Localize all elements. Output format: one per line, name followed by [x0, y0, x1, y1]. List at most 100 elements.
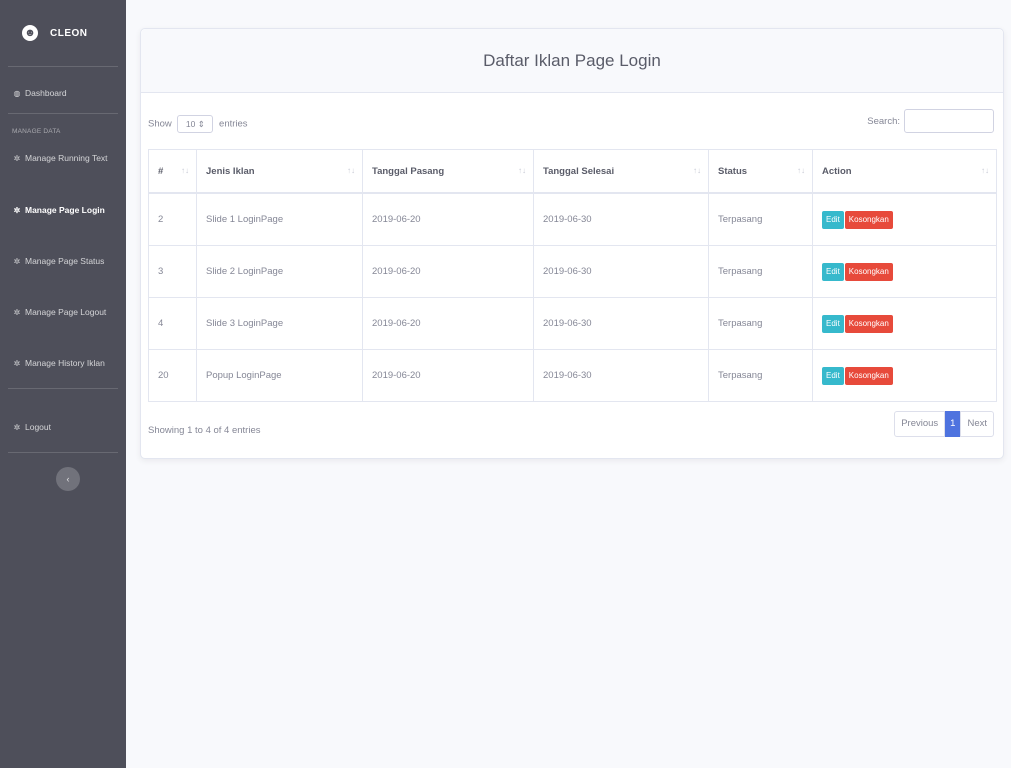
column-header-action[interactable]: Action ↑↓: [812, 149, 997, 194]
kosongkan-button[interactable]: Kosongkan: [844, 262, 893, 281]
dashboard-icon: ◍: [13, 88, 21, 98]
sort-icon: ↑↓: [797, 165, 805, 175]
sidebar-item-label: Manage History Iklan: [25, 358, 105, 368]
cell-jenis-iklan: Popup LoginPage: [196, 349, 363, 402]
gear-icon: ✲: [13, 153, 21, 163]
cell-tanggal-selesai: 2019-06-30: [533, 192, 709, 246]
edit-button[interactable]: Edit: [822, 366, 844, 385]
sort-icon: ↑↓: [981, 165, 989, 175]
page-title: Daftar Iklan Page Login: [483, 51, 661, 70]
cell-status: Terpasang: [708, 297, 813, 350]
entries-select[interactable]: 10 ⇕: [177, 115, 214, 133]
sort-icon: ↑↓: [181, 165, 189, 175]
column-header-tanggal-pasang[interactable]: Tanggal Pasang ↑↓: [362, 149, 534, 194]
select-arrows-icon: ⇕: [197, 119, 205, 129]
page-button-1[interactable]: 1: [945, 411, 961, 437]
cell-jenis-iklan: Slide 3 LoginPage: [196, 297, 363, 350]
edit-button[interactable]: Edit: [822, 262, 844, 281]
sidebar-item-manage-page-logout[interactable]: ✲ Manage Page Logout: [0, 302, 126, 322]
cell-status: Terpasang: [708, 245, 813, 298]
brand-name: CLEON: [50, 27, 88, 39]
edit-button[interactable]: Edit: [822, 314, 844, 333]
table-row: 2 Slide 1 LoginPage 2019-06-20 2019-06-3…: [148, 192, 997, 246]
table-info: Showing 1 to 4 of 4 entries: [148, 425, 261, 436]
column-header-jenis-iklan[interactable]: Jenis Iklan ↑↓: [196, 149, 363, 194]
cell-status: Terpasang: [708, 192, 813, 246]
cell-action: Edit Kosongkan: [812, 192, 997, 246]
kosongkan-button[interactable]: Kosongkan: [844, 366, 893, 385]
search: Search:: [867, 109, 994, 133]
sidebar-divider: [8, 66, 118, 67]
sidebar-item-label: Manage Page Login: [25, 205, 105, 215]
cell-tanggal-pasang: 2019-06-20: [362, 245, 534, 298]
cell-no: 4: [148, 297, 197, 350]
sidebar-item-label: Logout: [25, 422, 51, 432]
sidebar-toggle-button[interactable]: ‹: [56, 467, 80, 491]
gear-icon: ✲: [13, 256, 21, 266]
sidebar: ☻ CLEON ◍ Dashboard MANAGE DATA ✲ Manage…: [0, 0, 126, 768]
cell-action: Edit Kosongkan: [812, 245, 997, 298]
show-label: Show: [148, 118, 172, 130]
show-entries: Show 10 ⇕ entries: [148, 115, 248, 133]
search-input[interactable]: [904, 109, 994, 133]
sidebar-item-label: Dashboard: [25, 88, 67, 98]
cell-no: 2: [148, 192, 197, 246]
sort-icon: ↑↓: [693, 165, 701, 175]
table-controls: Show 10 ⇕ entries Search:: [148, 109, 994, 135]
chevron-left-icon: ‹: [66, 474, 70, 484]
sort-icon: ↑↓: [518, 165, 526, 175]
sidebar-item-manage-page-login[interactable]: ✲ Manage Page Login: [0, 200, 126, 220]
table-row: 3 Slide 2 LoginPage 2019-06-20 2019-06-3…: [148, 245, 997, 298]
sidebar-divider: [8, 388, 118, 389]
kosongkan-button[interactable]: Kosongkan: [844, 210, 893, 229]
table-header-row: # ↑↓ Jenis Iklan ↑↓ Tanggal Pasang ↑↓ Tangg…: [148, 149, 997, 194]
gear-icon: ✲: [13, 358, 21, 368]
sort-icon: ↑↓: [347, 165, 355, 175]
next-page-button[interactable]: Next: [960, 411, 994, 437]
ads-table: # ↑↓ Jenis Iklan ↑↓ Tanggal Pasang ↑↓ Tangg…: [148, 149, 997, 402]
cell-tanggal-selesai: 2019-06-30: [533, 245, 709, 298]
gear-icon: ✲: [13, 205, 21, 215]
table-row: 4 Slide 3 LoginPage 2019-06-20 2019-06-3…: [148, 297, 997, 350]
pagination: Previous 1 Next: [894, 411, 994, 437]
entries-label: entries: [219, 118, 248, 130]
cell-action: Edit Kosongkan: [812, 349, 997, 402]
cell-status: Terpasang: [708, 349, 813, 402]
gear-icon: ✲: [13, 307, 21, 317]
cell-no: 20: [148, 349, 197, 402]
cell-tanggal-pasang: 2019-06-20: [362, 192, 534, 246]
sidebar-item-label: Manage Page Logout: [25, 307, 107, 317]
sidebar-item-dashboard[interactable]: ◍ Dashboard: [0, 83, 126, 103]
cell-no: 3: [148, 245, 197, 298]
cell-tanggal-pasang: 2019-06-20: [362, 297, 534, 350]
previous-page-button[interactable]: Previous: [894, 411, 946, 437]
column-header-tanggal-selesai[interactable]: Tanggal Selesai ↑↓: [533, 149, 709, 194]
brand[interactable]: ☻ CLEON: [0, 0, 126, 66]
sidebar-item-manage-page-status[interactable]: ✲ Manage Page Status: [0, 251, 126, 271]
sidebar-item-label: Manage Page Status: [25, 256, 105, 266]
gear-icon: ✲: [13, 422, 21, 432]
sidebar-item-logout[interactable]: ✲ Logout: [0, 417, 126, 437]
card-header: Daftar Iklan Page Login: [141, 29, 1003, 93]
cell-tanggal-selesai: 2019-06-30: [533, 297, 709, 350]
sidebar-item-manage-history-iklan[interactable]: ✲ Manage History Iklan: [0, 353, 126, 373]
cleon-logo-icon: ☻: [22, 25, 38, 41]
column-header-status[interactable]: Status ↑↓: [708, 149, 813, 194]
search-label: Search:: [867, 115, 900, 127]
entries-select-value: 10: [185, 119, 196, 129]
cell-jenis-iklan: Slide 2 LoginPage: [196, 245, 363, 298]
sidebar-divider: [8, 452, 118, 453]
edit-button[interactable]: Edit: [822, 210, 844, 229]
sidebar-divider: [8, 113, 118, 114]
cell-jenis-iklan: Slide 1 LoginPage: [196, 192, 363, 246]
table-row: 20 Popup LoginPage 2019-06-20 2019-06-30…: [148, 349, 997, 402]
cell-action: Edit Kosongkan: [812, 297, 997, 350]
column-header-no[interactable]: # ↑↓: [148, 149, 197, 194]
ads-card: Daftar Iklan Page Login Show 10 ⇕ entrie…: [140, 28, 1004, 459]
sidebar-item-manage-running-text[interactable]: ✲ Manage Running Text: [0, 148, 126, 168]
cell-tanggal-pasang: 2019-06-20: [362, 349, 534, 402]
sidebar-item-label: Manage Running Text: [25, 153, 108, 163]
cell-tanggal-selesai: 2019-06-30: [533, 349, 709, 402]
sidebar-heading: MANAGE DATA: [12, 128, 61, 135]
kosongkan-button[interactable]: Kosongkan: [844, 314, 893, 333]
